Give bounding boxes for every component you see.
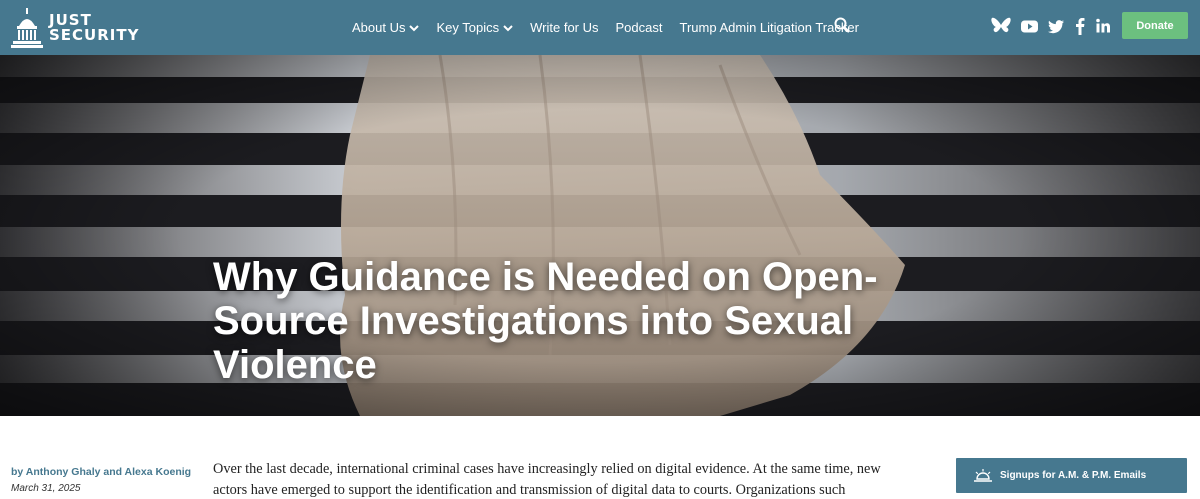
nav-key-topics[interactable]: Key Topics	[436, 20, 513, 35]
donate-button[interactable]: Donate	[1122, 12, 1188, 39]
nav-litigation-tracker[interactable]: Trump Admin Litigation Tracker	[680, 20, 859, 35]
nav-about-us[interactable]: About Us	[352, 20, 420, 35]
logo-wordmark: JUST SECURITY	[49, 13, 139, 43]
search-icon[interactable]	[834, 17, 850, 33]
bluesky-icon[interactable]	[991, 17, 1011, 35]
article-title: Why Guidance is Needed on Open-Source In…	[213, 255, 878, 387]
email-signup-label: Signups for A.M. & P.M. Emails	[1000, 470, 1147, 481]
main-nav: About Us Key Topics Write for Us Podcast…	[352, 0, 876, 55]
nav-about-us-label: About Us	[352, 20, 406, 35]
nav-podcast[interactable]: Podcast	[616, 20, 663, 35]
hero-image: Why Guidance is Needed on Open-Source In…	[0, 55, 1200, 416]
nav-podcast-label: Podcast	[615, 20, 663, 35]
email-signup-button[interactable]: Signups for A.M. & P.M. Emails	[956, 458, 1187, 493]
sunrise-icon	[974, 468, 992, 482]
site-header: JUST SECURITY About Us Key Topics Write …	[0, 0, 1200, 55]
article-paragraph: Over the last decade, international crim…	[213, 461, 881, 498]
site-logo[interactable]: JUST SECURITY	[11, 7, 141, 49]
nav-write-for-us[interactable]: Write for Us	[530, 20, 598, 35]
article-date: March 31, 2025	[11, 483, 81, 494]
capitol-dome-icon	[11, 8, 43, 48]
chevron-down-icon	[409, 24, 420, 31]
article-byline[interactable]: by Anthony Ghaly and Alexa Koenig	[11, 466, 191, 478]
youtube-icon[interactable]	[1021, 17, 1038, 35]
nav-litigation-tracker-label: Trump Admin Litigation Tracker	[679, 20, 859, 35]
nav-write-for-us-label: Write for Us	[530, 20, 599, 35]
linkedin-icon[interactable]	[1096, 17, 1110, 35]
twitter-icon[interactable]	[1048, 17, 1064, 35]
logo-line-2: SECURITY	[49, 26, 140, 44]
chevron-down-icon	[503, 24, 513, 31]
nav-key-topics-label: Key Topics	[436, 20, 500, 35]
facebook-icon[interactable]	[1075, 17, 1085, 35]
